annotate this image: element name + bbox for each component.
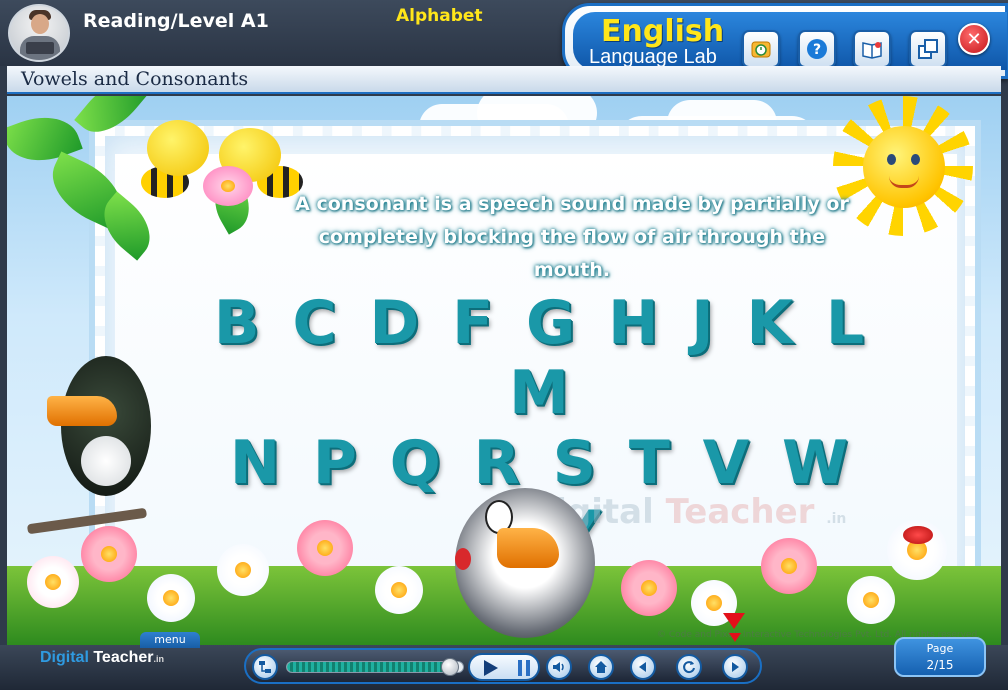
previous-button[interactable] [630, 654, 656, 680]
daisy-image [375, 566, 423, 614]
home-icon [595, 661, 607, 673]
speaker-icon [553, 662, 564, 672]
lesson-stage: A consonant is a speech sound made by pa… [7, 96, 1001, 645]
pink-daisy-image [81, 526, 137, 582]
daisy-image [217, 544, 269, 596]
bee-girl-image [147, 120, 209, 176]
menu-button[interactable]: menu [140, 632, 200, 648]
watermark-teacher: Teacher [665, 492, 815, 532]
crow-left-belly [81, 436, 131, 486]
replay-button[interactable] [676, 654, 702, 680]
letters-row-1: B C D F G H J K L M [213, 288, 871, 428]
home-button[interactable] [588, 654, 614, 680]
sun-image [863, 126, 945, 208]
definition-text: A consonant is a speech sound made by pa… [295, 193, 849, 281]
sitemap-button[interactable] [252, 654, 278, 680]
ladybug-image [903, 526, 933, 544]
lesson-title: Vowels and Consonants [21, 68, 249, 90]
ladybug-image [455, 548, 471, 570]
next-button[interactable] [722, 654, 748, 680]
level-title: Reading/Level A1 [83, 10, 269, 32]
close-icon: ✕ [966, 28, 982, 50]
pink-flower-image [203, 166, 253, 206]
topic-title: Alphabet [396, 6, 483, 26]
reader-avatar [8, 4, 70, 62]
watermark-domain: .in [826, 511, 847, 527]
position-marker-tip-icon [729, 633, 741, 642]
daisy-image [847, 576, 895, 624]
pink-daisy-image [297, 520, 353, 576]
page-indicator: Page 2/15 [894, 637, 986, 677]
page-label: Page [926, 642, 954, 655]
volume-button[interactable] [546, 654, 572, 680]
svg-text:?: ? [813, 42, 821, 58]
replay-icon [683, 661, 695, 674]
page-number: 2/15 [926, 658, 954, 672]
crow-center-beak [497, 528, 559, 568]
sitemap-icon [259, 661, 271, 673]
progress-slider-handle[interactable] [440, 658, 459, 676]
crow-left-beak [47, 396, 117, 426]
close-button[interactable]: ✕ [958, 23, 990, 55]
window-button[interactable] [909, 30, 947, 68]
logo-digital: Digital [40, 649, 89, 666]
play-icon[interactable] [484, 660, 498, 676]
daisy-image [27, 556, 79, 608]
progress-fill [287, 662, 449, 672]
digital-teacher-logo: Digital Teacher.in [40, 649, 164, 667]
pink-daisy-image [761, 538, 817, 594]
timer-icon [751, 41, 771, 58]
logo-domain: .in [153, 654, 165, 664]
window-icon [918, 39, 938, 59]
play-pause-group [468, 653, 540, 681]
lesson-title-bar: Vowels and Consonants [7, 66, 1001, 94]
position-marker-icon [723, 613, 745, 629]
pause-icon[interactable] [518, 660, 530, 676]
timer-button[interactable] [742, 30, 780, 68]
help-button[interactable]: ? [798, 30, 836, 68]
previous-icon [639, 662, 646, 672]
playback-controls [244, 648, 762, 684]
pink-daisy-image [621, 560, 677, 616]
book-icon [862, 42, 882, 59]
logo-teacher: Teacher [93, 649, 154, 666]
daisy-image [147, 574, 195, 622]
progress-track[interactable] [286, 661, 464, 673]
brand-english: English [601, 14, 725, 49]
dictionary-button[interactable] [853, 30, 891, 68]
next-icon [732, 662, 739, 672]
help-icon: ? [807, 39, 827, 59]
